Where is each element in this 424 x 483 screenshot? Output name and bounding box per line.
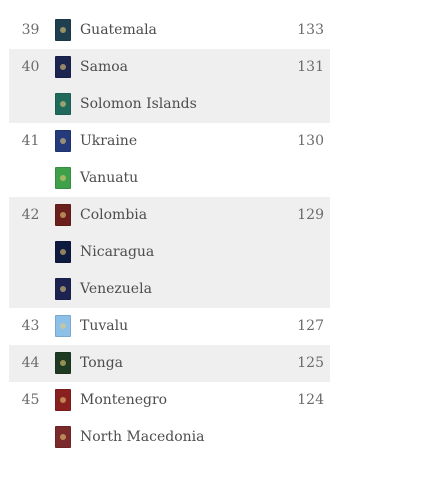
passport-cover-icon: [55, 167, 71, 189]
rank-number: 40: [21, 59, 40, 75]
rank-group: 42 Colombia 129 Nicaragua Venezuela: [9, 197, 330, 308]
country-name[interactable]: Colombia: [80, 197, 147, 234]
country-name[interactable]: Samoa: [80, 49, 128, 86]
table-row[interactable]: Nicaragua: [9, 234, 330, 271]
rank-number: 44: [21, 355, 40, 371]
rank-group: 39 Guatemala 133: [9, 12, 330, 49]
visa-free-score: 133: [297, 22, 324, 38]
country-name[interactable]: Vanuatu: [80, 160, 138, 197]
table-row[interactable]: 45 Montenegro 124: [9, 382, 330, 419]
table-row[interactable]: 42 Colombia 129: [9, 197, 330, 234]
country-name[interactable]: North Macedonia: [80, 419, 205, 456]
table-row[interactable]: Venezuela: [9, 271, 330, 308]
table-row[interactable]: Vanuatu: [9, 160, 330, 197]
table-row[interactable]: 43 Tuvalu 127: [9, 308, 330, 345]
passport-cover-icon: [55, 241, 71, 263]
passport-cover-icon: [55, 315, 71, 337]
rank-group: 40 Samoa 131 Solomon Islands: [9, 49, 330, 123]
country-name[interactable]: Ukraine: [80, 123, 137, 160]
visa-free-score: 129: [297, 207, 324, 223]
table-row[interactable]: Solomon Islands: [9, 86, 330, 123]
visa-free-score: 124: [297, 392, 324, 408]
passport-cover-icon: [55, 93, 71, 115]
rank-group: 44 Tonga 125: [9, 345, 330, 382]
country-name[interactable]: Montenegro: [80, 382, 167, 419]
rank-number: 45: [21, 392, 40, 408]
country-name[interactable]: Solomon Islands: [80, 86, 197, 123]
passport-cover-icon: [55, 19, 71, 41]
rank-group: 43 Tuvalu 127: [9, 308, 330, 345]
visa-free-score: 127: [297, 318, 324, 334]
passport-ranking-table: 39 Guatemala 133 40 Samoa 131 Solomon Islands 4…: [9, 12, 330, 456]
rank-number: 43: [21, 318, 40, 334]
country-name[interactable]: Nicaragua: [80, 234, 154, 271]
table-row[interactable]: 44 Tonga 125: [9, 345, 330, 382]
rank-number: 39: [21, 22, 40, 38]
table-row[interactable]: 40 Samoa 131: [9, 49, 330, 86]
table-row[interactable]: 41 Ukraine 130: [9, 123, 330, 160]
country-name[interactable]: Tuvalu: [80, 308, 128, 345]
table-row[interactable]: 39 Guatemala 133: [9, 12, 330, 49]
country-name[interactable]: Venezuela: [80, 271, 152, 308]
country-name[interactable]: Guatemala: [80, 12, 157, 49]
passport-cover-icon: [55, 130, 71, 152]
passport-cover-icon: [55, 426, 71, 448]
rank-group: 41 Ukraine 130 Vanuatu: [9, 123, 330, 197]
visa-free-score: 130: [297, 133, 324, 149]
passport-cover-icon: [55, 56, 71, 78]
rank-number: 41: [21, 133, 40, 149]
passport-cover-icon: [55, 278, 71, 300]
table-row[interactable]: North Macedonia: [9, 419, 330, 456]
passport-cover-icon: [55, 204, 71, 226]
rank-number: 42: [21, 207, 40, 223]
passport-cover-icon: [55, 389, 71, 411]
passport-cover-icon: [55, 352, 71, 374]
visa-free-score: 125: [297, 355, 324, 371]
rank-group: 45 Montenegro 124 North Macedonia: [9, 382, 330, 456]
visa-free-score: 131: [297, 59, 324, 75]
country-name[interactable]: Tonga: [80, 345, 123, 382]
